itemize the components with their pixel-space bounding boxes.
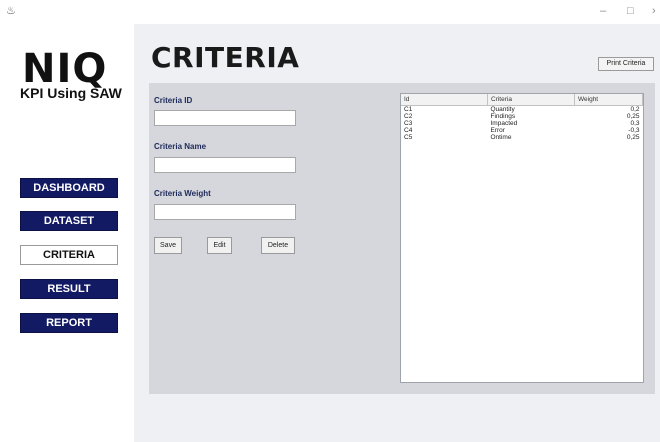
app-subtitle: KPI Using SAW (20, 85, 122, 101)
cell-weight: -0,3 (628, 127, 640, 134)
edit-button[interactable]: Edit (207, 237, 232, 254)
criteria-id-label: Criteria ID (154, 96, 193, 105)
cell-criteria: Impacted (490, 120, 518, 127)
column-header-weight[interactable]: Weight (574, 94, 643, 106)
table-row[interactable]: C5 Ontime 0,25 (401, 134, 643, 141)
cell-weight: 0,2 (630, 106, 640, 113)
cell-weight: 0,3 (630, 120, 640, 127)
table-row[interactable]: C4 Error -0,3 (401, 127, 643, 134)
nav-dashboard-button[interactable]: DASHBOARD (20, 178, 118, 198)
cell-id: C3 (404, 120, 413, 127)
cell-weight: 0,25 (626, 134, 640, 141)
cell-id: C5 (404, 134, 413, 141)
criteria-table[interactable]: Id Criteria Weight C1 Quantity 0,2 C2 Fi… (400, 93, 644, 383)
criteria-id-input[interactable] (154, 110, 296, 126)
page-title: CRITERIA (151, 41, 300, 74)
criteria-weight-label: Criteria Weight (154, 189, 211, 198)
cell-weight: 0,25 (626, 113, 640, 120)
cell-criteria: Quantity (490, 106, 515, 113)
table-row[interactable]: C3 Impacted 0,3 (401, 120, 643, 127)
column-header-criteria[interactable]: Criteria (487, 94, 575, 106)
criteria-name-label: Criteria Name (154, 142, 207, 151)
table-row[interactable]: C2 Findings 0,25 (401, 113, 643, 120)
cell-criteria: Error (490, 127, 505, 134)
app-icon: ♨ (6, 5, 16, 17)
cell-criteria: Ontime (490, 134, 512, 141)
table-row[interactable]: C1 Quantity 0,2 (401, 106, 643, 114)
nav-result-button[interactable]: RESULT (20, 279, 118, 299)
criteria-panel: Criteria ID Criteria Name Criteria Weigh… (149, 83, 655, 394)
maximize-button[interactable]: □ (627, 5, 634, 17)
cell-id: C2 (404, 113, 413, 120)
main-content: CRITERIA Print Criteria Criteria ID Crit… (134, 24, 660, 442)
print-criteria-button[interactable]: Print Criteria (598, 57, 654, 71)
save-button[interactable]: Save (154, 237, 182, 254)
cell-id: C1 (404, 106, 413, 113)
cell-id: C4 (404, 127, 413, 134)
nav-criteria-button[interactable]: CRITERIA (20, 245, 118, 265)
cell-criteria: Findings (490, 113, 516, 120)
nav-report-button[interactable]: REPORT (20, 313, 118, 333)
criteria-weight-input[interactable] (154, 204, 296, 220)
nav-dataset-button[interactable]: DATASET (20, 211, 118, 231)
sidebar: NIQ KPI Using SAW DASHBOARD DATASET CRIT… (0, 24, 134, 442)
criteria-name-input[interactable] (154, 157, 296, 173)
table-header-row: Id Criteria Weight (401, 94, 643, 106)
title-bar: ♨ – □ › (0, 0, 660, 24)
close-button[interactable]: › (652, 5, 656, 17)
delete-button[interactable]: Delete (261, 237, 295, 254)
column-header-id[interactable]: Id (401, 94, 488, 106)
minimize-button[interactable]: – (600, 5, 606, 17)
